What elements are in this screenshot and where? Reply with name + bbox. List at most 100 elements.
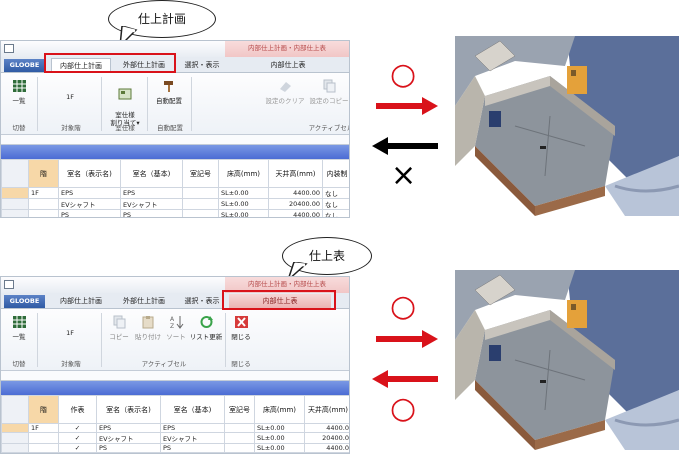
cell-display-name[interactable]: EVシャフト — [96, 432, 161, 444]
row-header-corner — [1, 159, 29, 188]
cell-base-name[interactable]: PS — [160, 443, 225, 453]
cell-floor-height[interactable]: SL±0.00 — [254, 432, 305, 444]
cell-display-name[interactable]: EVシャフト — [58, 198, 121, 210]
cell-ceiling-height[interactable]: 4400.00 — [268, 187, 323, 199]
app-menu-button[interactable]: GLOOBE — [4, 59, 45, 72]
refresh-list-button[interactable]: リスト更新 — [189, 315, 223, 341]
floor-selector[interactable]: 1F — [45, 329, 95, 337]
copy-settings-button[interactable]: 設定のコピー — [307, 79, 349, 105]
col-floor[interactable]: 階 — [28, 395, 59, 424]
tab-interior-table[interactable]: 内部仕上表 — [229, 58, 347, 73]
tabulate-checkbox[interactable]: ✓ — [58, 443, 97, 453]
tabulate-checkbox[interactable]: ✓ — [58, 423, 97, 433]
cell-floor[interactable] — [28, 432, 59, 444]
copy-label: コピー — [109, 333, 129, 341]
cell-floor-height[interactable]: SL±0.00 — [218, 187, 269, 199]
cell-restriction[interactable]: なし — [322, 209, 349, 217]
finish-table-grid: 階 作表 室名（表示名) 室名（基本) 室記号 床高(mm) 天井高(mm) 1… — [1, 395, 349, 453]
app-menu-button[interactable]: GLOOBE — [4, 295, 45, 308]
col-room-symbol[interactable]: 室記号 — [224, 395, 255, 424]
col-room-display-name[interactable]: 室名（表示名) — [96, 395, 161, 424]
table-row[interactable]: EVシャフト EVシャフト SL±0.00 20400.00 なし — [1, 198, 349, 210]
row-selector[interactable] — [1, 423, 29, 433]
list-button[interactable]: 一覧 — [7, 79, 31, 105]
cell-ceiling-height[interactable]: 20400.00 — [268, 198, 323, 210]
close-button[interactable]: 閉じる — [229, 315, 253, 341]
cell-base-name[interactable]: PS — [120, 209, 183, 217]
formula-bar[interactable] — [1, 135, 349, 145]
group-separator — [37, 77, 38, 131]
cell-display-name[interactable]: EPS — [58, 187, 121, 199]
table-row[interactable]: PS PS SL±0.00 4400.00 なし — [1, 209, 349, 217]
list-button[interactable]: 一覧 — [7, 315, 31, 341]
clear-settings-button[interactable]: 設定のクリア — [263, 79, 307, 105]
col-floor-height[interactable]: 床高(mm) — [218, 159, 269, 188]
sort-button[interactable]: AZ ソート — [165, 315, 187, 341]
cell-symbol[interactable] — [182, 187, 219, 199]
cell-floor[interactable] — [28, 198, 59, 210]
cell-floor[interactable] — [28, 209, 59, 217]
cell-ceiling-height[interactable]: 4400.0 — [304, 443, 349, 453]
copy-button[interactable]: コピー — [107, 315, 131, 341]
row-selector[interactable] — [1, 187, 29, 199]
formula-bar[interactable] — [1, 371, 349, 381]
col-interior-restriction[interactable]: 内装制 — [322, 159, 349, 188]
cell-symbol[interactable] — [182, 198, 219, 210]
cell-display-name[interactable]: EPS — [96, 423, 161, 433]
col-room-base-name[interactable]: 室名（基本) — [160, 395, 225, 424]
cell-restriction[interactable]: なし — [322, 187, 349, 199]
row-selector[interactable] — [1, 209, 29, 217]
group-label-room-spec: 室仕様 — [115, 124, 135, 132]
cell-floor[interactable]: 1F — [28, 423, 59, 433]
clear-settings-label: 設定のクリア — [265, 97, 305, 105]
col-room-display-name[interactable]: 室名（表示名) — [58, 159, 121, 188]
cell-ceiling-height[interactable]: 20400.0 — [304, 432, 349, 444]
cell-symbol[interactable] — [182, 209, 219, 217]
cell-ceiling-height[interactable]: 4400.0 — [304, 423, 349, 433]
close-icon — [234, 316, 248, 328]
table-row[interactable]: ✓ PS PS SL±0.00 4400.0 — [1, 443, 349, 453]
cell-symbol[interactable] — [224, 432, 255, 444]
row-selector[interactable] — [1, 432, 29, 444]
cell-base-name[interactable]: EPS — [160, 423, 225, 433]
header-band — [1, 145, 349, 159]
tab-exterior-plan[interactable]: 外部仕上計画 — [115, 294, 173, 309]
cell-floor-height[interactable]: SL±0.00 — [254, 423, 305, 433]
tab-select-view[interactable]: 選択・表示 — [179, 294, 225, 309]
auto-place-button[interactable]: 自動配置 — [151, 79, 187, 105]
tab-select-view[interactable]: 選択・表示 — [179, 58, 225, 73]
cell-symbol[interactable] — [224, 443, 255, 453]
cell-restriction[interactable]: なし — [322, 198, 349, 210]
room-spec-assign-button[interactable]: 室仕様 割り当て▾ — [105, 79, 145, 127]
tabulate-checkbox[interactable]: ✓ — [58, 432, 97, 444]
col-ceiling-height[interactable]: 天井高(mm) — [268, 159, 323, 188]
cell-base-name[interactable]: EVシャフト — [120, 198, 183, 210]
cell-floor-height[interactable]: SL±0.00 — [218, 209, 269, 217]
row-selector[interactable] — [1, 198, 29, 210]
table-row[interactable]: 1F ✓ EPS EPS SL±0.00 4400.0 — [1, 423, 349, 433]
col-room-base-name[interactable]: 室名（基本) — [120, 159, 183, 188]
row-selector[interactable] — [1, 443, 29, 453]
cell-ceiling-height[interactable]: 4400.00 — [268, 209, 323, 217]
cell-base-name[interactable]: EPS — [120, 187, 183, 199]
cell-floor[interactable]: 1F — [28, 187, 59, 199]
col-floor-height[interactable]: 床高(mm) — [254, 395, 305, 424]
cell-base-name[interactable]: EVシャフト — [160, 432, 225, 444]
col-ceiling-height[interactable]: 天井高(mm) — [304, 395, 349, 424]
tab-interior-plan[interactable]: 内部仕上計画 — [51, 294, 111, 309]
cell-floor[interactable] — [28, 443, 59, 453]
col-floor[interactable]: 階 — [28, 159, 59, 188]
cell-floor-height[interactable]: SL±0.00 — [254, 443, 305, 453]
copy-settings-label: 設定のコピー — [309, 97, 349, 105]
cell-symbol[interactable] — [224, 423, 255, 433]
table-row[interactable]: ✓ EVシャフト EVシャフト SL±0.00 20400.0 — [1, 432, 349, 444]
floor-selector[interactable]: 1F — [45, 93, 95, 101]
cell-display-name[interactable]: PS — [96, 443, 161, 453]
cell-floor-height[interactable]: SL±0.00 — [218, 198, 269, 210]
app-icon — [4, 44, 14, 53]
table-row[interactable]: 1F EPS EPS SL±0.00 4400.00 なし — [1, 187, 349, 199]
col-room-symbol[interactable]: 室記号 — [182, 159, 219, 188]
col-tabulate[interactable]: 作表 — [58, 395, 97, 424]
paste-button[interactable]: 貼り付け — [133, 315, 163, 341]
cell-display-name[interactable]: PS — [58, 209, 121, 217]
